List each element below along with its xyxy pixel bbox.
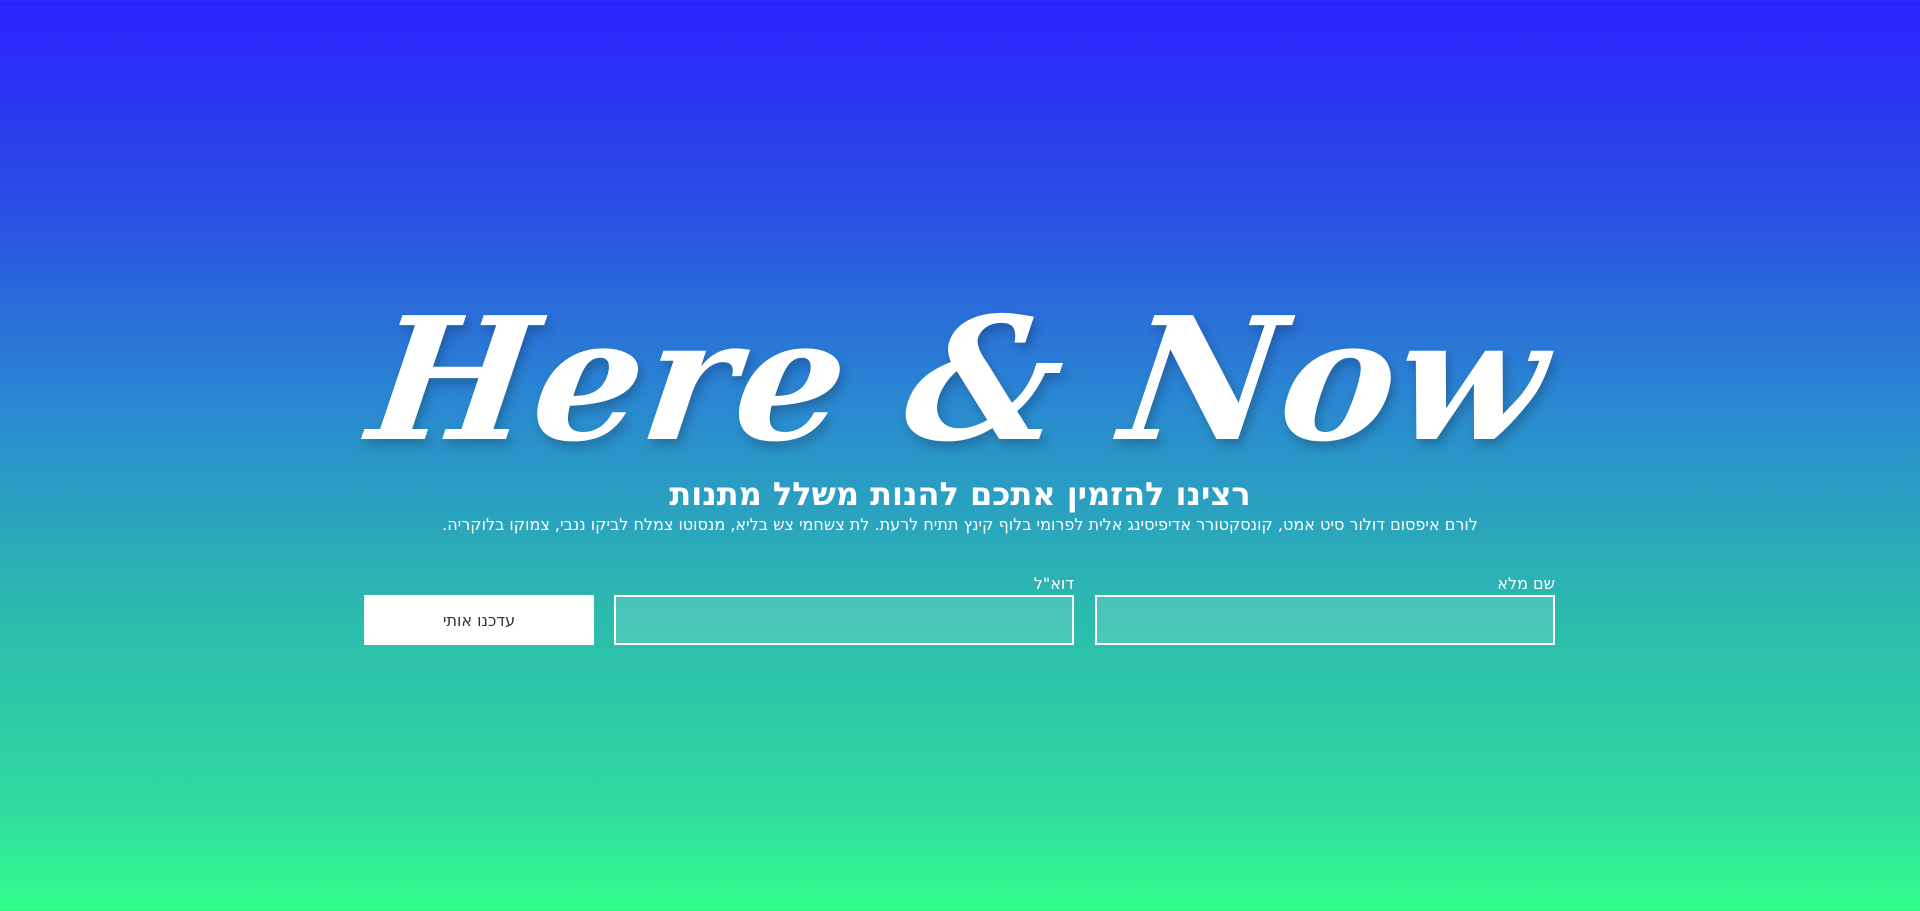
- intro-text: לורם איפסום דולור סיט אמט, קונסקטורר אדי…: [442, 515, 1478, 534]
- email-label: דוא"ל: [1033, 574, 1074, 593]
- here-and-now-logo: Here & Now: [359, 280, 1561, 480]
- full-name-label: שם מלא: [1497, 574, 1555, 593]
- email-input[interactable]: [614, 595, 1074, 645]
- page-headline: רצינו להזמין אתכם להנות משלל מתנות: [669, 475, 1251, 513]
- notify-me-button[interactable]: עדכנו אותי: [364, 595, 594, 645]
- full-name-input[interactable]: [1095, 595, 1555, 645]
